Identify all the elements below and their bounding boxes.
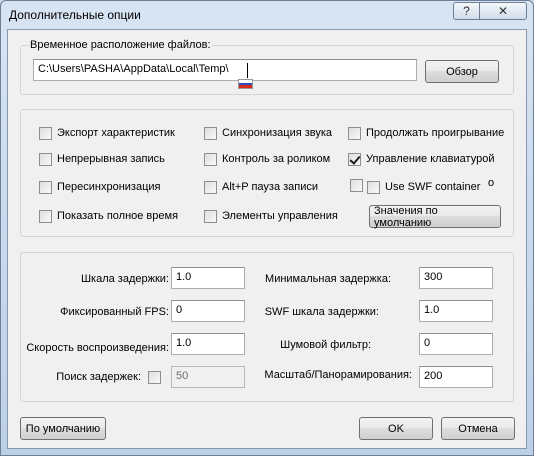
roller-control-checkbox[interactable]: Контроль за роликом: [204, 151, 330, 167]
resync-checkbox[interactable]: Пересинхронизация: [39, 179, 161, 195]
continue-play-label: Продолжать проигрывание: [366, 127, 505, 139]
keyboard-control-label: Управление клавиатурой: [366, 153, 495, 165]
controls-box[interactable]: [204, 209, 217, 223]
defaults-button[interactable]: По умолчанию: [20, 417, 106, 440]
sound-sync-checkbox[interactable]: Синхронизация звука: [204, 125, 332, 141]
file-location-label: Временное расположение файлов:: [29, 39, 212, 51]
playback-speed-label: Скорость воспроизведения:: [26, 342, 169, 354]
export-stats-checkbox[interactable]: Экспорт характеристик: [39, 125, 175, 141]
window-title: Дополнительные опции: [9, 8, 141, 22]
extra-checkbox[interactable]: [350, 177, 368, 193]
noise-filter-label: Шумовой фильтр:: [280, 339, 371, 351]
delay-search-label: Поиск задержек:: [56, 371, 141, 383]
continue-play-checkbox[interactable]: Продолжать проигрывание: [348, 125, 504, 141]
extra-box[interactable]: [350, 178, 363, 192]
temp-path-input[interactable]: C:\Users\PASHA\AppData\Local\Temp\: [33, 59, 417, 81]
roller-control-box[interactable]: [204, 152, 217, 166]
title-bar: Дополнительные опции ? ✕: [1, 1, 533, 29]
help-button[interactable]: ?: [453, 2, 480, 20]
noise-filter-input[interactable]: 0: [419, 333, 493, 355]
roller-control-label: Контроль за роликом: [222, 153, 331, 165]
zoom-pan-input[interactable]: 200: [419, 366, 493, 388]
keyboard-control-box[interactable]: [348, 152, 361, 166]
show-full-time-label: Показать полное время: [57, 210, 179, 222]
delay-search-checkbox[interactable]: [148, 371, 161, 384]
continuous-record-box[interactable]: [39, 152, 52, 166]
delay-scale-input[interactable]: 1.0: [171, 267, 245, 289]
use-swf-container-label: Use SWF container: [385, 181, 481, 193]
browse-button[interactable]: Обзор: [425, 60, 499, 83]
controls-label: Элементы управления: [222, 210, 338, 222]
close-button[interactable]: ✕: [479, 2, 527, 20]
min-delay-label: Минимальная задержка:: [265, 273, 391, 285]
values-by-default-button[interactable]: Значения по умолчанию: [369, 205, 501, 229]
controls-checkbox[interactable]: Элементы управления: [204, 208, 338, 224]
min-delay-input[interactable]: 300: [419, 267, 493, 289]
zoom-pan-label: Масштаб/Панорамирования:: [264, 369, 412, 381]
show-full-time-checkbox[interactable]: Показать полное время: [39, 208, 178, 224]
resync-label: Пересинхронизация: [57, 181, 161, 193]
playback-speed-input[interactable]: 1.0: [171, 333, 245, 355]
continuous-record-checkbox[interactable]: Непрерывная запись: [39, 151, 165, 167]
text-caret: [247, 63, 248, 78]
show-full-time-box[interactable]: [39, 209, 52, 223]
continuous-record-label: Непрерывная запись: [57, 153, 165, 165]
swf-delay-scale-label: SWF шкала задержки:: [264, 306, 379, 318]
use-swf-container-checkbox[interactable]: Use SWF container: [367, 179, 480, 195]
altp-pause-checkbox[interactable]: Alt+P пауза записи: [204, 179, 318, 195]
ok-button[interactable]: OK: [359, 417, 433, 440]
sound-sync-label: Синхронизация звука: [222, 127, 333, 139]
sound-sync-box[interactable]: [204, 126, 217, 140]
fixed-fps-input[interactable]: 0: [171, 300, 245, 322]
swf-delay-scale-input[interactable]: 1.0: [419, 300, 493, 322]
russian-flag-icon: [238, 79, 253, 89]
export-stats-label: Экспорт характеристик: [57, 127, 175, 139]
fixed-fps-label: Фиксированный FPS:: [60, 306, 169, 318]
small-circle-icon: o: [488, 177, 495, 189]
delay-scale-label: Шкала задержки:: [80, 273, 169, 285]
delay-search-input: 50: [171, 366, 245, 388]
keyboard-control-checkbox[interactable]: Управление клавиатурой: [348, 151, 494, 167]
altp-pause-box[interactable]: [204, 180, 217, 194]
use-swf-container-box[interactable]: [367, 180, 380, 194]
export-stats-box[interactable]: [39, 126, 52, 140]
cancel-button[interactable]: Отмена: [441, 417, 515, 440]
altp-pause-label: Alt+P пауза записи: [222, 181, 319, 193]
continue-play-box[interactable]: [348, 126, 361, 140]
dialog-window: Дополнительные опции ? ✕ Временное распо…: [0, 0, 534, 456]
resync-box[interactable]: [39, 180, 52, 194]
